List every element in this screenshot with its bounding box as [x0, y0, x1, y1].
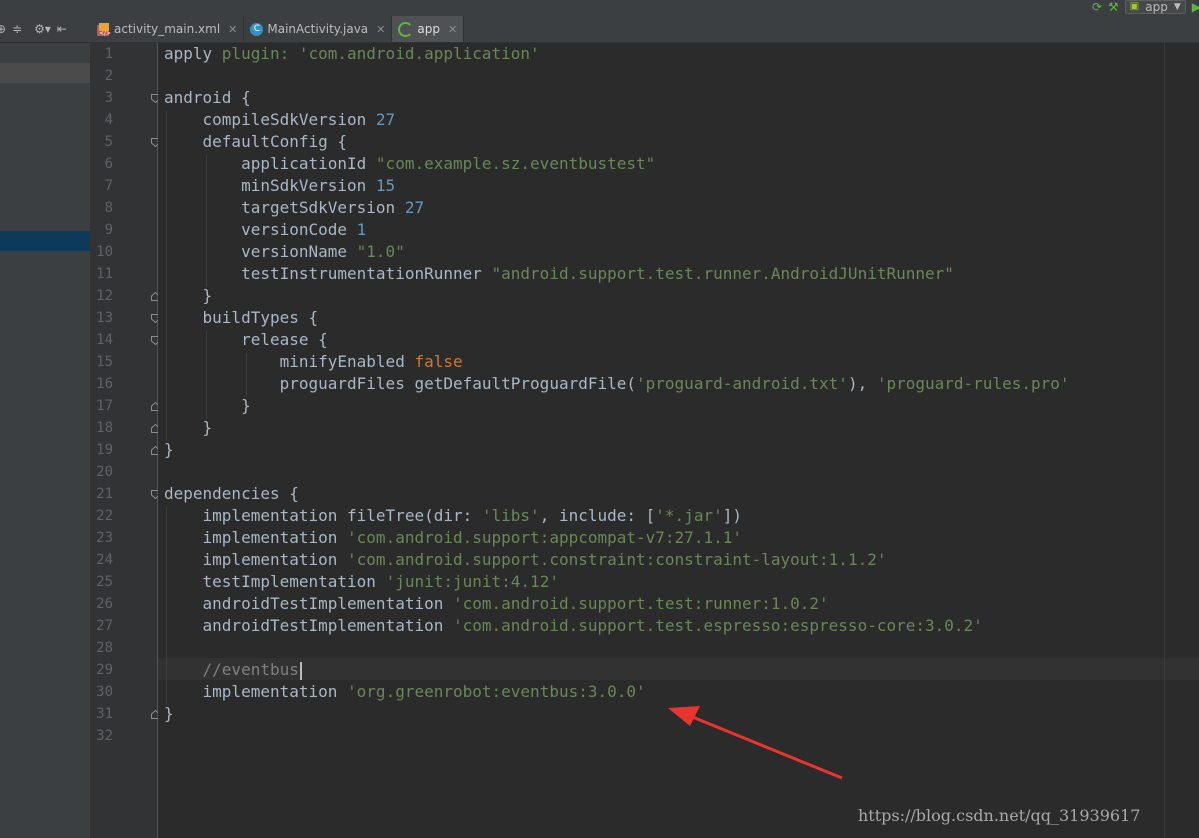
watermark-text: https://blog.csdn.net/qq_31939617	[858, 806, 1141, 825]
annotation-arrow	[668, 706, 843, 780]
